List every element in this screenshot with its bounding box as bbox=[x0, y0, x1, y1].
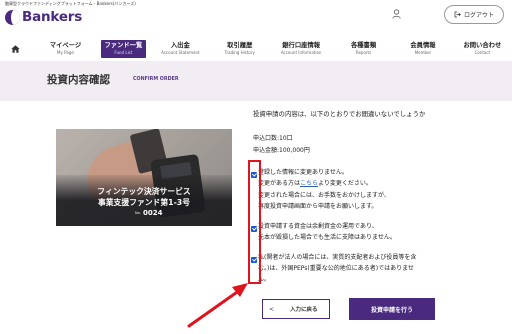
back-button-label: 入力に戻る bbox=[290, 307, 318, 313]
annotation-arrow-icon bbox=[187, 283, 248, 328]
submit-button-label: 投資申請を行う bbox=[370, 306, 413, 314]
submit-investment-button[interactable]: 投資申請を行う bbox=[349, 298, 435, 320]
chevron-left-icon: < bbox=[269, 305, 275, 313]
back-to-input-button[interactable]: < 入力に戻る bbox=[262, 299, 330, 319]
